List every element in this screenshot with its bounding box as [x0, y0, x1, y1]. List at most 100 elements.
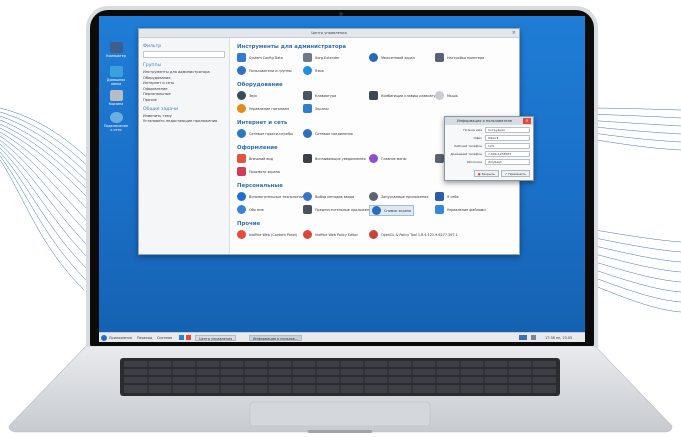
tasks-heading: Общие задачи — [143, 106, 178, 112]
shell-select[interactable]: /bin/bash — [485, 159, 530, 165]
app-printer[interactable]: Настройка принтера — [435, 53, 484, 62]
app-label: Xorg-Extender — [315, 55, 340, 60]
computer-icon — [109, 42, 123, 53]
xorg-icon — [303, 53, 312, 62]
app-startup[interactable]: Запускаемые приложения — [369, 192, 428, 201]
app-label: Комбинации клавиш клавиатуры — [381, 93, 441, 98]
home-phone-field[interactable]: 7-000-1234567 — [485, 151, 530, 157]
app-file-management[interactable]: Управление файлами — [435, 205, 486, 214]
bluetooth-icon — [435, 192, 444, 201]
full-name-field[interactable]: Сотрудник — [485, 127, 530, 133]
user-info-dialog: Информация о пользователе × Полное имя Со… — [444, 116, 534, 181]
app-label: Запускаемые приложения — [381, 194, 429, 199]
app-label: Вспомогательные технологии — [249, 194, 304, 199]
app-label: Экраны — [315, 106, 329, 111]
task-install-apps[interactable]: Установить недостающие приложения — [143, 119, 225, 125]
app-power[interactable]: Управление питанием — [237, 104, 289, 113]
app-preferred[interactable]: Предпочтительные приложения — [303, 205, 373, 214]
section-title-other: Прочие — [237, 221, 261, 227]
keyboard-icon — [303, 91, 312, 100]
app-system-config[interactable]: System Config Data — [237, 53, 283, 62]
app-connections[interactable]: Сетевые соединения — [303, 129, 353, 138]
desktop-icon-computer[interactable]: Компьютер — [103, 42, 129, 58]
app-opengl-policy[interactable]: OpenGL & Policy Tool 1.8.4.121.9.6277.39… — [369, 230, 458, 239]
app-label: Предпочтительные приложения — [315, 207, 374, 212]
app-displays[interactable]: Экраны — [303, 104, 329, 113]
desktop-icon-label: Корзина — [108, 102, 124, 106]
app-screensaver[interactable]: Просмотр экрана — [237, 167, 280, 176]
app-inoffice-policy[interactable]: Inoffice Web Policy Editor — [303, 230, 358, 239]
app-xorg[interactable]: Xorg-Extender — [303, 53, 339, 62]
menu-applications[interactable]: Приложения — [109, 335, 132, 341]
app-label: Сетевые прокси-службы — [249, 131, 293, 136]
system-config-icon — [237, 53, 246, 62]
app-proxy[interactable]: Сетевые прокси-службы — [237, 129, 293, 138]
section-title-hardware: Оборудование — [237, 82, 283, 88]
menu-places[interactable]: Переход — [137, 335, 152, 341]
screensaver-icon — [237, 167, 246, 176]
app-accessibility[interactable]: Вспомогательные технологии — [237, 192, 303, 201]
notification-icon — [303, 154, 312, 163]
sidebar-item-other[interactable]: Прочие — [143, 98, 225, 104]
work-phone-field[interactable]: 123 — [485, 143, 530, 149]
launcher-files-icon[interactable] — [179, 335, 184, 340]
app-label: System Config Data — [249, 55, 283, 60]
inoffice-policy-icon — [303, 230, 312, 239]
menu-icon — [369, 154, 378, 163]
appearance-icon — [237, 154, 246, 163]
app-label: Всплывающие уведомления — [315, 156, 366, 161]
sidebar: Фильтр Группы Инструменты для администра… — [139, 38, 230, 254]
field-label: Домашний телефон — [450, 152, 482, 156]
app-self[interactable]: Я себе — [435, 192, 459, 201]
close-button-label: Закрыть — [481, 172, 495, 176]
filter-input[interactable] — [143, 51, 225, 58]
groups-heading: Группы — [143, 63, 162, 68]
network-tray-icon[interactable] — [519, 335, 527, 340]
screenshot-icon — [372, 206, 381, 215]
section-title-admin: Инструменты для администратора — [237, 44, 347, 50]
app-shortcuts[interactable]: Комбинации клавиш клавиатуры — [369, 91, 440, 100]
power-icon — [237, 104, 246, 113]
start-menu-icon[interactable] — [101, 335, 107, 341]
desktop-icon-home[interactable]: Домашняя папка — [103, 66, 129, 86]
window-titlebar[interactable]: Центр управления × — [139, 29, 519, 38]
app-mouse[interactable]: Мышь — [435, 91, 458, 100]
close-button[interactable]: ● Закрыть — [473, 170, 499, 177]
launcher-browser-icon[interactable] — [186, 335, 191, 340]
apply-button[interactable]: ✔ Применить — [500, 170, 530, 177]
app-main-menu[interactable]: Главное меню — [369, 154, 406, 163]
taskbar-window-control-center[interactable]: Центр управления — [195, 335, 237, 341]
field-label: Полное имя — [463, 128, 482, 132]
app-label: Настройка принтера — [447, 55, 485, 60]
desktop-icon-label: Домашняя папка — [106, 78, 126, 86]
app-users[interactable]: Пользователи и группы — [237, 66, 292, 75]
field-label: Оболочка — [466, 160, 482, 164]
dialog-titlebar[interactable]: Информация о пользователе × — [445, 117, 533, 125]
app-sound[interactable]: Звук — [237, 91, 257, 100]
app-about-me[interactable]: Обо мне — [237, 205, 264, 214]
menu-system[interactable]: Система — [157, 335, 172, 341]
app-firewall[interactable]: Межсетевой экран — [369, 53, 415, 62]
close-icon[interactable]: × — [523, 118, 531, 124]
app-notifications[interactable]: Всплывающие уведомления — [303, 154, 366, 163]
app-screenshot[interactable]: Снимок экрана — [369, 205, 414, 216]
app-keyboard[interactable]: Клавиатура — [303, 91, 336, 100]
desktop-icon-trash[interactable]: Корзина — [103, 90, 129, 106]
app-label: Язык — [315, 68, 324, 73]
app-language[interactable]: Язык — [303, 66, 324, 75]
taskbar-window-user-info[interactable]: Информация о пользов... — [249, 335, 302, 341]
shortcuts-icon — [369, 91, 378, 100]
office-field[interactable]: Офис4 — [485, 135, 530, 141]
clock: 17:38 пн, 23.05 — [545, 336, 573, 340]
desktop-icon-label: Компьютер — [106, 54, 126, 58]
app-label: Межсетевой экран — [381, 55, 415, 60]
section-title-personal: Персональные — [237, 183, 283, 189]
desktop-icon-network[interactable]: Подключение к сети — [103, 112, 129, 132]
app-inoffice-content[interactable]: Inoffice Web (Content Panel) — [237, 230, 297, 239]
app-input-methods[interactable]: Выбор методов ввода — [303, 192, 354, 201]
home-folder-icon — [109, 66, 123, 77]
volume-tray-icon[interactable] — [531, 335, 536, 340]
users-icon — [237, 66, 246, 75]
close-icon[interactable]: × — [512, 29, 516, 38]
app-look[interactable]: Внешний вид — [237, 154, 273, 163]
